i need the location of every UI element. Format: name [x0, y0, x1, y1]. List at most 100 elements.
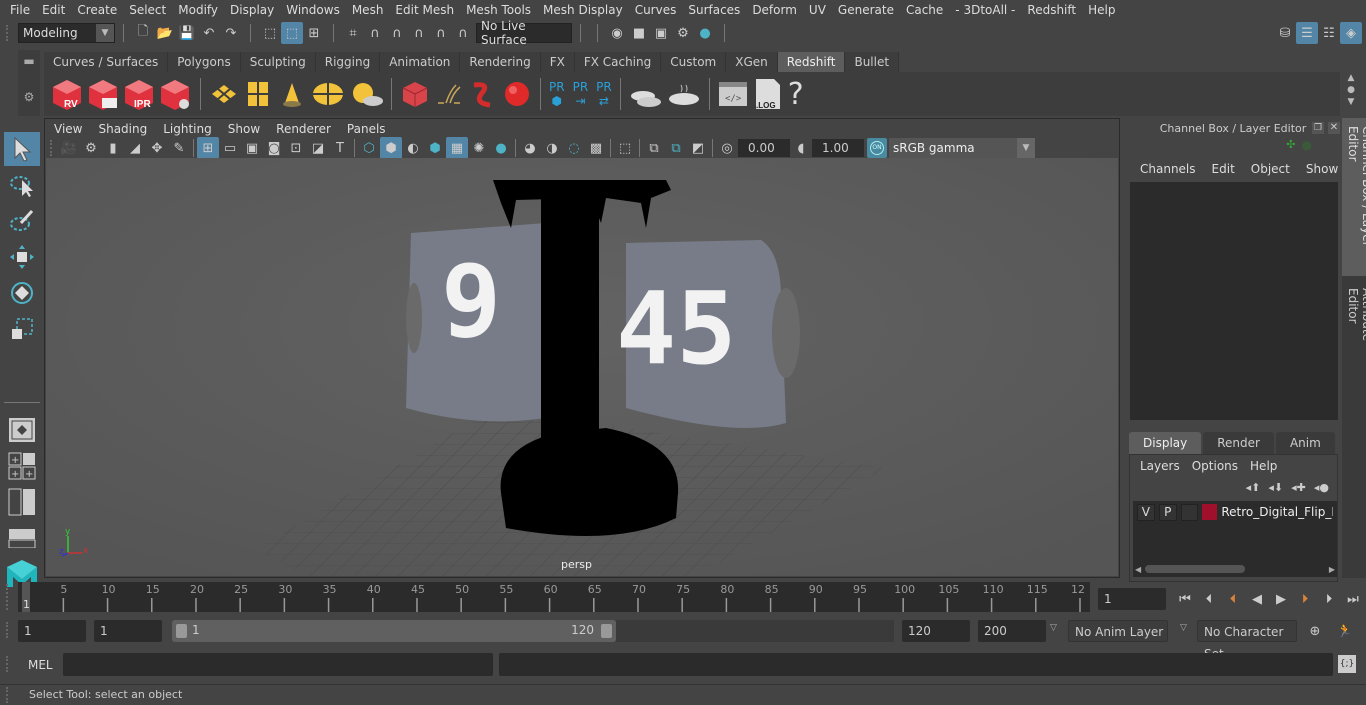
layer-menu-options[interactable]: Options	[1186, 459, 1244, 473]
rotate-tool[interactable]	[4, 276, 40, 310]
wireframe-icon[interactable]: ⬡	[358, 137, 380, 159]
redshift-proxy-export-icon[interactable]: PR ⇥	[573, 80, 589, 108]
image-plane-icon[interactable]: ◢	[124, 137, 146, 159]
menu-3dtoall[interactable]: - 3DtoAll -	[949, 3, 1021, 17]
menu-curves[interactable]: Curves	[629, 3, 683, 17]
redshift-sun-sky-icon[interactable]	[349, 79, 383, 109]
viewport-menu-renderer[interactable]: Renderer	[268, 122, 339, 136]
render-settings-icon[interactable]: ⚙	[672, 22, 694, 44]
viewport-menu-shading[interactable]: Shading	[90, 122, 155, 136]
range-end-handle[interactable]	[601, 624, 612, 638]
auto-key-icon[interactable]: ⊕	[1304, 620, 1326, 642]
undo-icon[interactable]: ↶	[198, 22, 220, 44]
shelf-tabs-menu-icon[interactable]: ▬	[18, 54, 40, 68]
lasso-tool[interactable]	[4, 168, 40, 202]
motion-blur-icon[interactable]: ◑	[541, 137, 563, 159]
menu-windows[interactable]: Windows	[280, 3, 346, 17]
help-icon[interactable]: ?	[788, 77, 804, 112]
field-chart-icon[interactable]: ⊡	[285, 137, 307, 159]
shelf-tab-animation[interactable]: Animation	[380, 52, 461, 72]
snap-grid-icon[interactable]: ⌗	[342, 22, 364, 44]
select-tool[interactable]	[4, 132, 40, 166]
snap-view-plane-icon[interactable]: ∩	[408, 22, 430, 44]
layer-tab-render[interactable]: Render	[1203, 432, 1274, 454]
menu-file[interactable]: File	[4, 3, 36, 17]
shelf-scroll[interactable]: ▲ ● ▼	[1340, 72, 1362, 116]
workspace-dropdown[interactable]: Modeling ▼	[18, 23, 115, 43]
modeling-toolkit-icon[interactable]: ⛁	[1274, 22, 1296, 44]
menu-edit-mesh[interactable]: Edit Mesh	[389, 3, 460, 17]
resolution-gate-icon[interactable]: ▣	[241, 137, 263, 159]
script-editor-icon[interactable]: {;}	[1338, 655, 1356, 673]
layer-color-swatch[interactable]	[1202, 504, 1218, 520]
playback-end-field[interactable]: 120	[902, 620, 970, 642]
open-scene-icon[interactable]: 📂	[154, 22, 176, 44]
select-object-icon[interactable]: ⬚	[281, 22, 303, 44]
redshift-area-light-icon[interactable]	[209, 79, 239, 109]
menu-create[interactable]: Create	[71, 3, 123, 17]
menu-uv[interactable]: UV	[803, 3, 832, 17]
shadows-icon[interactable]: ●	[490, 137, 512, 159]
exposure-field[interactable]: 0.00	[738, 139, 790, 157]
multisample-aa-icon[interactable]: ◌	[563, 137, 585, 159]
current-frame-field[interactable]: 1	[1098, 588, 1166, 610]
paint-select-tool[interactable]	[4, 204, 40, 238]
close-icon[interactable]: ✕	[1328, 122, 1340, 134]
new-layer-selected-icon[interactable]: ◂●	[1314, 481, 1329, 494]
gate-mask-icon[interactable]: ◙	[263, 137, 285, 159]
redshift-portal-light-icon[interactable]	[243, 79, 273, 109]
menu-cache[interactable]: Cache	[900, 3, 949, 17]
menu-redshift[interactable]: Redshift	[1021, 3, 1082, 17]
menu-deform[interactable]: Deform	[746, 3, 803, 17]
snap-surface-icon[interactable]: ∩	[430, 22, 452, 44]
redo-icon[interactable]: ↷	[220, 22, 242, 44]
redshift-batch-render-icon[interactable]	[86, 76, 120, 112]
redshift-volume-icon[interactable]	[400, 79, 430, 109]
manipulator-axis-icon[interactable]: ✣	[1286, 138, 1295, 158]
ipr-render-icon[interactable]: ▣	[650, 22, 672, 44]
menu-select[interactable]: Select	[123, 3, 172, 17]
grid-toggle-icon[interactable]: ⊞	[197, 137, 219, 159]
camera-attributes-icon[interactable]: ⚙	[80, 137, 102, 159]
channel-box-menu-edit[interactable]: Edit	[1204, 162, 1243, 176]
redshift-script-editor-icon[interactable]: </>	[718, 80, 748, 108]
range-slider[interactable]: 1 120	[172, 620, 616, 642]
layer-display-type-toggle[interactable]	[1180, 503, 1199, 521]
step-back-frame-icon[interactable]: ⏴	[1198, 588, 1220, 610]
gamma-icon[interactable]: ◖	[790, 137, 812, 159]
redshift-proxy-icon[interactable]: PR ⬢	[549, 80, 565, 108]
redshift-bake-single-icon[interactable]	[667, 79, 701, 109]
layer-menu-help[interactable]: Help	[1244, 459, 1283, 473]
scale-tool[interactable]	[4, 312, 40, 346]
redshift-render-settings-icon[interactable]	[158, 76, 192, 112]
layer-name[interactable]: Retro_Digital_Flip_Dov	[1221, 505, 1333, 519]
range-start-handle[interactable]	[176, 624, 187, 638]
shelf-tab-redshift[interactable]: Redshift	[777, 52, 846, 72]
move-layer-down-icon[interactable]: ◂⬇	[1268, 481, 1283, 494]
tool-settings-toggle-icon[interactable]: ☷	[1318, 22, 1340, 44]
menu-surfaces[interactable]: Surfaces	[682, 3, 746, 17]
scroll-right-icon[interactable]: ▶	[1329, 565, 1335, 574]
shelf-tab-fx[interactable]: FX	[540, 52, 575, 72]
go-to-start-icon[interactable]: ⏮	[1174, 588, 1196, 610]
shelf-tab-custom[interactable]: Custom	[661, 52, 727, 72]
xray-icon[interactable]: ⧉	[643, 137, 665, 159]
character-set-dropdown[interactable]: No Character Set	[1197, 620, 1297, 661]
shelf-tab-curves-surfaces[interactable]: Curves / Surfaces	[44, 52, 169, 72]
new-empty-layer-icon[interactable]: ◂✚	[1291, 481, 1306, 494]
step-forward-frame-icon[interactable]: ⏵	[1318, 588, 1340, 610]
step-back-key-icon[interactable]: ⏴	[1222, 588, 1244, 610]
redshift-log-icon[interactable]: .LOG	[754, 78, 782, 110]
command-input[interactable]	[63, 653, 493, 676]
channel-box-menu-object[interactable]: Object	[1243, 162, 1298, 176]
select-camera-icon[interactable]: 🎥	[58, 137, 80, 159]
character-set-chevron-icon[interactable]: ▽	[1180, 623, 1187, 633]
shelf-tab-bullet[interactable]: Bullet	[845, 52, 900, 72]
redshift-ies-light-icon[interactable]	[277, 79, 307, 109]
grease-pencil-icon[interactable]: ✎	[168, 137, 190, 159]
channel-box-toggle-icon[interactable]: ◈	[1340, 22, 1362, 44]
film-gate-icon[interactable]: ▭	[219, 137, 241, 159]
redshift-sphere-icon[interactable]	[502, 79, 532, 109]
viewport-menu-show[interactable]: Show	[220, 122, 268, 136]
redshift-proxy-convert-icon[interactable]: PR ⇄	[596, 80, 612, 108]
